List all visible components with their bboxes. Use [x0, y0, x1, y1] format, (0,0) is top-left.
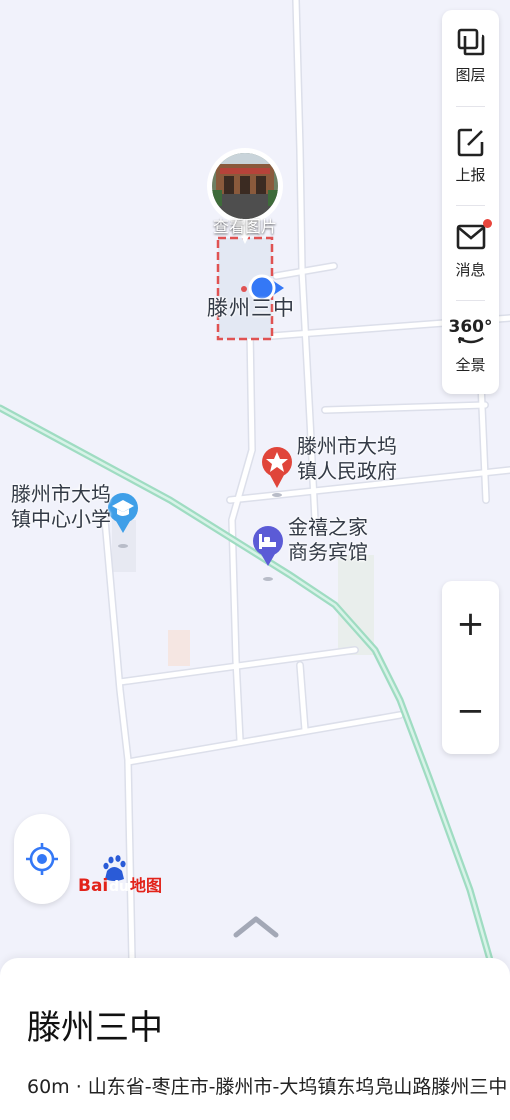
- poi-hotel-label[interactable]: 金禧之家 商务宾馆: [288, 515, 398, 565]
- panorama-button[interactable]: 360° 全景: [442, 300, 499, 392]
- crosshair-icon: [26, 843, 58, 875]
- poi-hotel-name: 金禧之家 商务宾馆: [288, 515, 368, 564]
- locate-me-button[interactable]: [14, 814, 70, 904]
- place-title: 滕州三中: [27, 1008, 163, 1048]
- layers-icon: [455, 24, 487, 60]
- svg-text:du: du: [109, 879, 129, 895]
- svg-text:Bai: Bai: [78, 876, 108, 896]
- zoom-out-button[interactable]: −: [442, 668, 499, 754]
- panorama-360-icon: 360°: [449, 314, 493, 350]
- message-icon: [455, 219, 492, 255]
- layers-label: 图层: [455, 66, 486, 84]
- panorama-360-text: 360°: [448, 316, 493, 337]
- area-center-dot: [241, 286, 247, 292]
- report-label: 上报: [455, 166, 486, 184]
- expand-sheet-chevron-icon[interactable]: [232, 913, 280, 941]
- panorama-label: 全景: [455, 356, 486, 374]
- layers-button[interactable]: 图层: [442, 10, 499, 102]
- poi-school-label[interactable]: 滕州市大坞 镇中心小学: [11, 482, 121, 532]
- place-detail-sheet[interactable]: 滕州三中 60m · 山东省-枣庄市-滕州市-大坞镇东坞凫山路滕州三中: [0, 958, 510, 1120]
- messages-button[interactable]: 消息: [442, 205, 499, 297]
- message-unread-badge: [482, 219, 492, 228]
- view-photo-caption[interactable]: 查看图片: [206, 213, 284, 237]
- map-block: [168, 630, 190, 666]
- zoom-in-button[interactable]: +: [442, 581, 499, 667]
- map-tools-panel: 图层 上报 消息 360° 全景: [442, 10, 499, 394]
- place-address: 60m · 山东省-枣庄市-滕州市-大坞镇东坞凫山路滕州三中: [27, 1076, 508, 1098]
- report-icon: [455, 124, 487, 160]
- zoom-controls: + −: [442, 581, 499, 754]
- poi-government-label[interactable]: 滕州市大坞 镇人民政府: [297, 434, 407, 484]
- report-button[interactable]: 上报: [442, 110, 499, 202]
- svg-text:地图: 地图: [130, 876, 162, 895]
- selected-place-map-label[interactable]: 滕州三中: [207, 295, 295, 321]
- poi-government-name: 滕州市大坞 镇人民政府: [297, 434, 397, 483]
- messages-label: 消息: [455, 261, 486, 279]
- poi-school-name: 滕州市大坞 镇中心小学: [11, 482, 111, 531]
- baidu-map-logo: Bai du 地图: [78, 855, 162, 899]
